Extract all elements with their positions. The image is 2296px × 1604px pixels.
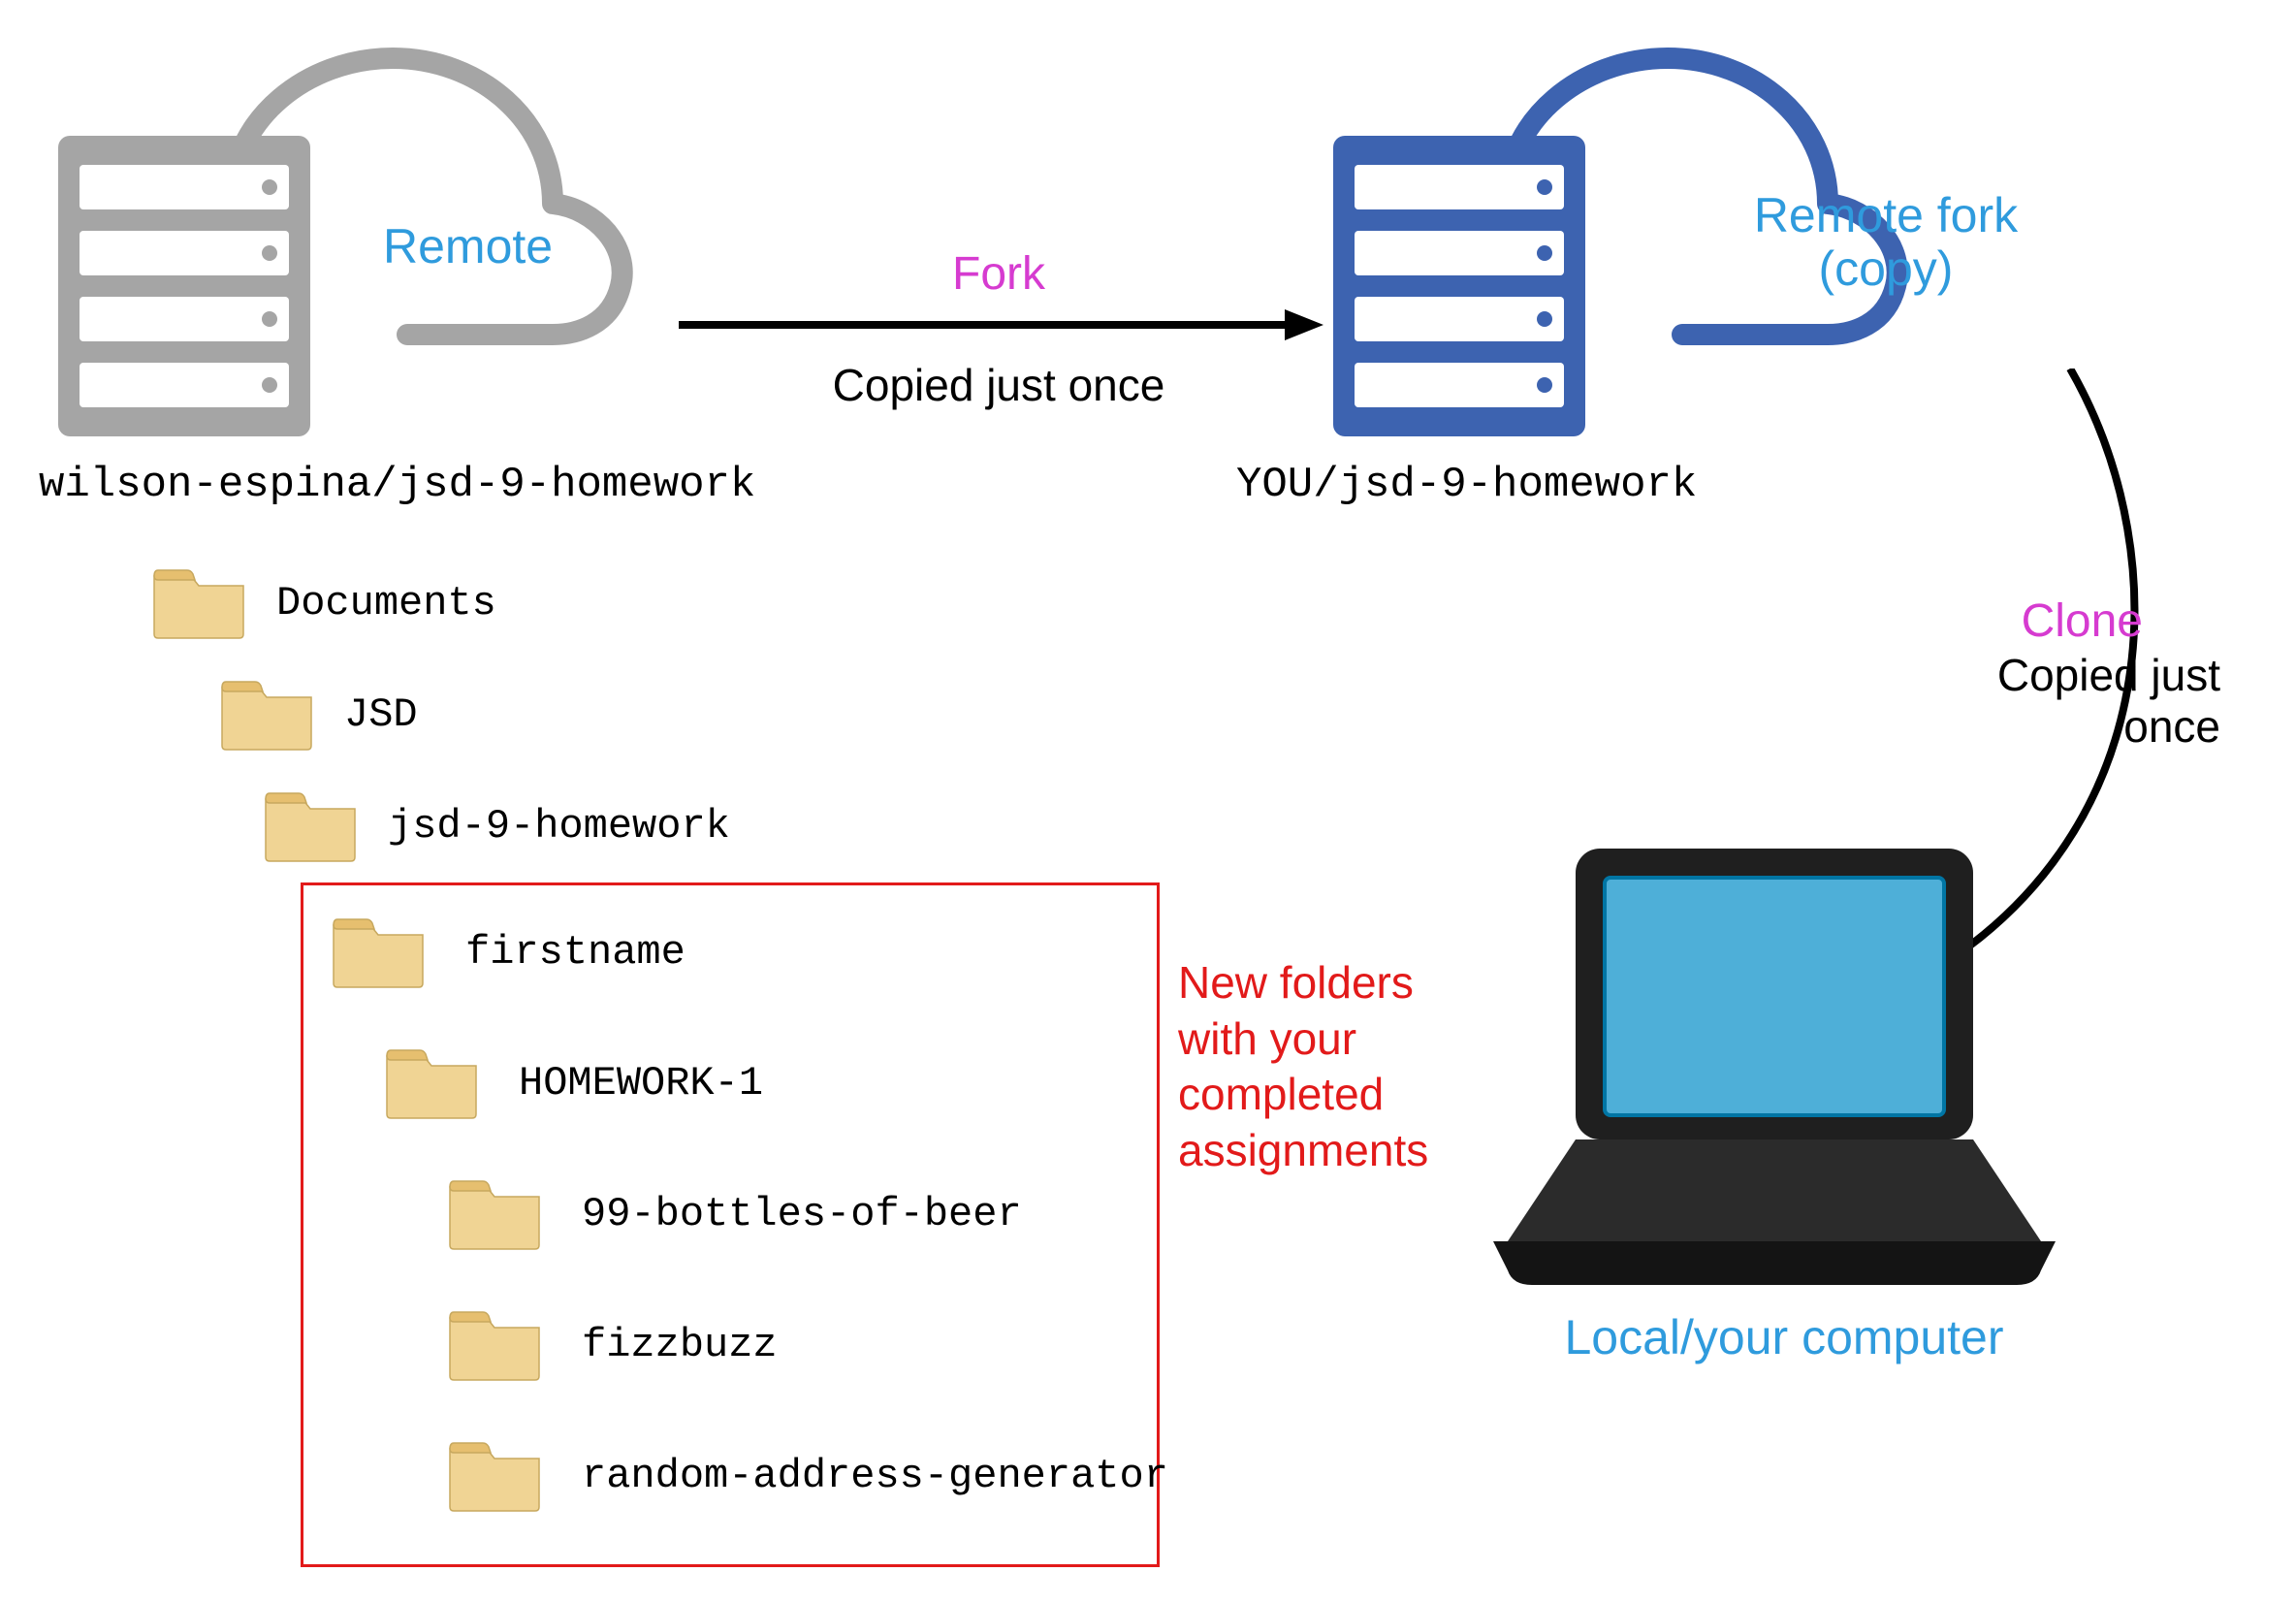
annotation-line4: assignments [1178,1125,1428,1175]
clone-arrow-subtitle: Copied just once [1833,650,2220,753]
folder-icon [383,1043,480,1120]
new-folders-annotation: New folders with your completed assignme… [1178,955,1428,1178]
remote-source-caption: wilson-espina/jsd-9-homework [39,461,755,509]
clone-subtitle-line2: once [2123,701,2220,752]
annotation-line3: completed [1178,1069,1384,1119]
remote-fork-label-line2: (copy) [1819,241,1954,296]
remote-fork-label: Remote fork (copy) [1716,189,2056,296]
clone-arrow-title: Clone [1949,594,2143,648]
folder-jsd [218,674,315,756]
folder-icon [446,1435,543,1513]
clone-subtitle-line1: Copied just [1997,650,2220,700]
remote-source-icon [39,15,659,446]
folder-random-address-label: random-address-generator [582,1453,1168,1499]
folder-fizzbuzz [446,1304,543,1387]
remote-fork-label-line1: Remote fork [1754,188,2018,242]
folder-jsd-label: JSD [344,691,418,738]
folder-documents [150,562,247,645]
folder-homework1 [383,1043,480,1125]
remote-source-label: Remote [383,218,553,274]
folder-firstname [330,912,427,994]
fork-arrow-title: Fork [679,247,1319,301]
folder-hw-repo-label: jsd-9-homework [388,803,730,850]
folder-hw-repo [262,786,359,868]
folder-homework1-label: HOMEWORK-1 [519,1060,763,1107]
laptop-icon [1493,839,2056,1299]
folder-random-address [446,1435,543,1518]
fork-arrow-subtitle: Copied just once [679,359,1319,411]
fork-arrow [679,305,1323,349]
annotation-line2: with your [1178,1013,1356,1064]
folder-icon [218,674,315,752]
folder-99bottles [446,1173,543,1256]
folder-icon [446,1173,543,1251]
folder-fizzbuzz-label: fizzbuzz [582,1322,778,1368]
folder-documents-label: Documents [276,580,496,626]
folder-icon [446,1304,543,1382]
folder-firstname-label: firstname [465,929,686,976]
folder-99bottles-label: 99-bottles-of-beer [582,1191,1022,1237]
folder-icon [262,786,359,863]
local-caption: Local/your computer [1445,1309,2123,1365]
annotation-line1: New folders [1178,957,1414,1008]
folder-icon [330,912,427,989]
folder-icon [150,562,247,640]
remote-fork-caption: YOU/jsd-9-homework [1236,461,1697,509]
